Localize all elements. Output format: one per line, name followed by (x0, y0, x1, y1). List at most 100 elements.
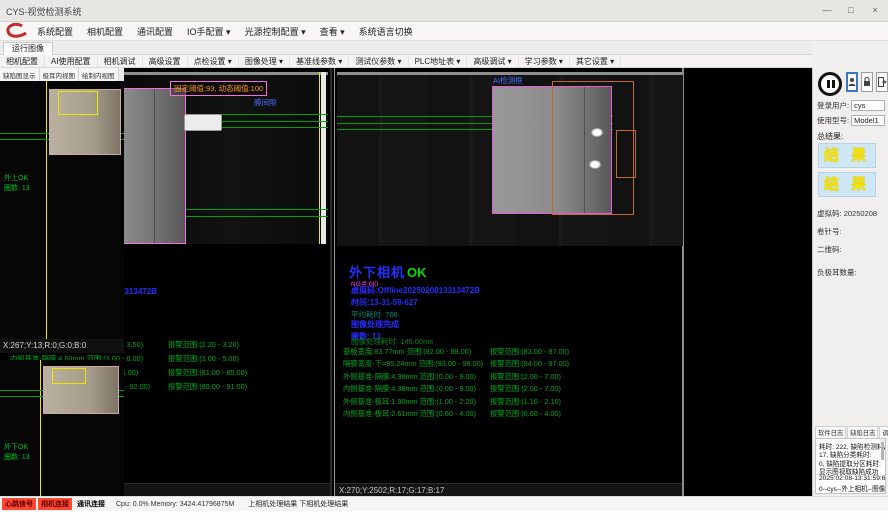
info-lines: 虚拟码:Offline2025020813313472B时间:13-31-59-… (351, 285, 480, 309)
info-line: 图像处理完成 (351, 319, 399, 331)
toolbar-item[interactable]: 相机调试 (98, 56, 143, 67)
camera-image-lower[interactable]: AI检测框 (337, 72, 683, 246)
log-tab[interactable]: 调试日志 (879, 426, 888, 438)
model-label: 使用型号: (817, 115, 849, 126)
result-box-1: 结 果 (818, 143, 876, 168)
measurement-row: 内侧基准-隔膜:4.38mm 范围:(0.00 - 9.00) 报警范围:(2.… (343, 384, 680, 396)
log-tab[interactable]: 缺陷日志 (847, 426, 878, 438)
menu-item[interactable]: 系统配置 (30, 25, 80, 38)
thumb-tab[interactable]: 绘制内视图 (79, 68, 119, 81)
log-line: 0, 缺陷提取分区耗时: (819, 458, 879, 466)
thumb-result-lines: 外上OK圈数: 13 (4, 173, 30, 193)
status-badge: 相机连接 (38, 498, 72, 510)
menu-item[interactable]: 系统语言切换 (352, 25, 420, 38)
toolbar-item[interactable]: 高级调试 ▾ (467, 56, 518, 67)
minimize-button[interactable]: — (816, 2, 838, 18)
virtual-code-label: 虚拟码: (817, 209, 842, 218)
toolbar-item[interactable]: 点检设置 ▾ (188, 56, 239, 67)
measurement-list: 基板宽度:83.77mm 范围:(82.00 - 88.00) 报警范围:(83… (343, 347, 680, 421)
log-line: 2025:02:08-13:31:59:60 (819, 475, 879, 483)
thumb-tab[interactable]: 极耳内视图 (40, 68, 80, 81)
menu-item[interactable]: 光源控制配置 ▾ (238, 25, 313, 38)
alarm-range: 报警范围:(0.60 - 4.00) (490, 409, 561, 419)
menu-items: 系统配置相机配置通讯配置IO手配置 ▾光源控制配置 ▾查看 ▾系统语言切换 (30, 22, 420, 41)
thumb-result-line: 外上OK (4, 173, 30, 183)
lock-button[interactable] (861, 72, 873, 92)
view-tab-strip: 运行图像 (0, 41, 812, 55)
menu-item[interactable]: 查看 ▾ (313, 25, 352, 38)
connector-part (184, 114, 222, 131)
baseline-marker (319, 72, 320, 244)
pixel-coords: X:270;Y:2502;R:17;G:17;B:17 (335, 483, 682, 496)
thumb-result-line: 圈数: 13 (4, 452, 30, 462)
result-ok: OK (407, 265, 427, 280)
exit-button[interactable] (876, 72, 888, 92)
toolbar-item[interactable]: 测试仪参数 ▾ (349, 56, 408, 67)
close-button[interactable]: × (864, 2, 886, 18)
login-user-row: 登录用户: cys (817, 100, 885, 111)
toolbar-item[interactable]: PLC地址表 ▾ (409, 56, 468, 67)
toolbar-item[interactable]: 相机配置 (0, 56, 45, 67)
config-toolbar: 相机配置AI使用配置相机调试高级设置点检设置 ▾图像处理 ▾基准线参数 ▾测试仪… (0, 55, 812, 68)
model-field[interactable]: Model1 (851, 115, 885, 126)
menu-item[interactable]: IO手配置 ▾ (180, 25, 238, 38)
alarm-range: 报警范围:(83.00 - 87.00) (490, 347, 569, 357)
menu-bar: 系统配置相机配置通讯配置IO手配置 ▾光源控制配置 ▾查看 ▾系统语言切换 (0, 22, 888, 41)
app-logo-icon (5, 23, 27, 39)
user-login-button[interactable] (846, 72, 858, 92)
needle-label: 卷针号: (817, 226, 842, 237)
toolbar-item[interactable]: 基准线参数 ▾ (290, 56, 349, 67)
maximize-button[interactable]: □ (840, 2, 862, 18)
log-output[interactable]: 耗时: 222, 缺陷检测耗时:17, 缺陷分类耗时:0, 缺陷提取分区耗时:显… (815, 438, 886, 494)
toolbar-item[interactable]: AI使用配置 (45, 56, 98, 67)
log-tab[interactable]: 软件日志 (815, 426, 846, 438)
camera-panel-lower: AI检测框 外下相机OK NG点:0|0 虚拟码:Offline20250208… (334, 68, 684, 496)
thumb-tab[interactable]: 缺陷图显示 (0, 68, 40, 81)
toolbar-item[interactable]: 图像处理 ▾ (239, 56, 290, 67)
status-badges: 心跳信号相机连接通讯连接 (2, 498, 110, 510)
exit-door-icon (878, 77, 887, 87)
ai-detect-box-small (616, 130, 636, 178)
info-line: 时间:13-31-59-627 (351, 297, 480, 309)
cell-edge-line (154, 89, 155, 243)
tab-run-image[interactable]: 运行图像 (3, 42, 53, 55)
measurement-row: 外侧基准-极耳:1.90mm 范围:(1.00 - 2.20) 报警范围:(1.… (343, 397, 680, 409)
control-sidebar: 登录用户: cys 使用型号: Model1 总结果: 结 果 结 果 虚拟码:… (812, 68, 888, 496)
menu-item[interactable]: 通讯配置 (130, 25, 180, 38)
measurement-value: 外侧基准-极耳:1.90mm 范围:(1.00 - 2.20) (343, 397, 490, 407)
toolbar-item[interactable]: 其它设置 ▾ (570, 56, 621, 67)
alarm-range: 报警范围:(94.00 - 97.00) (490, 359, 569, 369)
thumb-image-top[interactable]: 外上OK圈数: 13 (0, 81, 124, 339)
login-user-field[interactable]: cys (851, 100, 885, 111)
measurement-row: 内侧基准-极耳:2.61mm 范围:(0.60 - 4.00) 报警范围:(0.… (343, 409, 680, 421)
pixel-coords: X:267;Y:13;R:0;G:0;B:0 (0, 339, 124, 353)
menu-item[interactable]: 相机配置 (80, 25, 130, 38)
roi-box (58, 91, 98, 115)
camera-result-text: 上相机处理结果 下相机处理结果 (248, 499, 348, 509)
virtual-code-row: 虚拟码: 20250208 (817, 208, 877, 219)
log-line: 处理耗时: 258.00ms (819, 491, 879, 494)
tab-count-label: 负极耳数量: (817, 267, 857, 278)
app-window: CYS-视觉检测系统 — □ × 系统配置相机配置通讯配置IO手配置 ▾光源控制… (0, 0, 888, 522)
log-line: 显示图视取缺陷成功 (819, 466, 879, 474)
title-bar: CYS-视觉检测系统 — □ × (0, 0, 888, 22)
log-scrollbar[interactable] (880, 439, 885, 447)
roi-box (52, 368, 86, 384)
measurement-value: 基板宽度:83.77mm 范围:(82.00 - 88.00) (343, 347, 490, 357)
gap-label: 膜间隙 (254, 97, 277, 108)
alarm-range: 报警范围:(2.00 - 7.00) (490, 372, 561, 382)
thumbnail-column: 缺陷图显示极耳内视图绘制内视图 外上OK圈数: 13 X:267;Y:13;R:… (0, 68, 124, 496)
pause-button[interactable] (818, 72, 842, 96)
main-area: 固定阈值:93, 动态阈值:100 膜间隙 外上相机OK NG点:0|0 虚拟码… (0, 68, 812, 496)
toolbar-item[interactable]: 学习参数 ▾ (519, 56, 570, 67)
qr-label: 二维码: (817, 244, 842, 255)
total-result-label: 总结果: (817, 131, 843, 142)
thumb-result-lines: 外下OK圈数: 13 (4, 442, 30, 462)
measurement-value: 隔膜宽度-下=95.24mm 范围:(93.00 - 98.00) (343, 359, 490, 369)
toolbar-item[interactable]: 高级设置 (143, 56, 188, 67)
sidebar-mini-buttons (846, 72, 888, 92)
measurement-value: 内侧基准-隔膜:4.38mm 范围:(0.00 - 9.00) (343, 384, 490, 394)
log-tabs: 软件日志缺陷日志调试日志 (815, 426, 886, 438)
model-row: 使用型号: Model1 (817, 115, 885, 126)
status-badge: 通讯连接 (74, 498, 108, 510)
